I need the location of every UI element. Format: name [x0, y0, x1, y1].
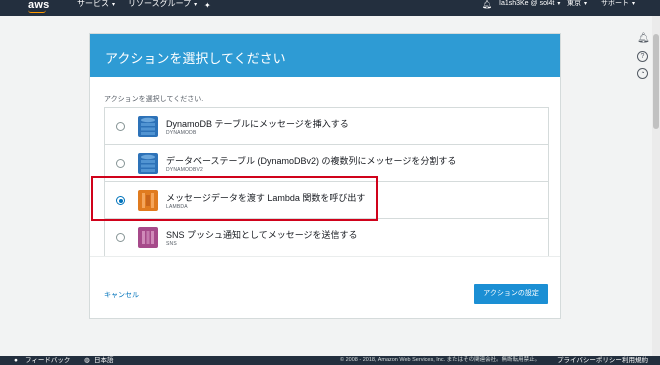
- radio-button[interactable]: [116, 122, 125, 131]
- option-title: データベーステーブル (DynamoDBv2) の複数列にメッセージを分割する: [166, 156, 457, 166]
- dynamodb-icon: [138, 153, 158, 174]
- action-option-lambda[interactable]: メッセージデータを渡す Lambda 関数を呼び出す LAMBDA: [105, 182, 548, 219]
- action-option-dynamodbv2[interactable]: データベーステーブル (DynamoDBv2) の複数列にメッセージを分割する …: [105, 145, 548, 182]
- action-prompt: アクションを選択してください.: [104, 96, 204, 103]
- feedback-icon[interactable]: ●: [14, 356, 18, 365]
- option-title: SNS プッシュ通知としてメッセージを送信する: [166, 230, 358, 240]
- option-title: DynamoDB テーブルにメッセージを挿入する: [166, 119, 349, 129]
- chevron-down-icon: ▾: [557, 1, 561, 7]
- radio-button-selected[interactable]: [116, 196, 125, 205]
- configure-action-button[interactable]: アクションの設定: [474, 284, 548, 304]
- globe-icon[interactable]: ◍: [84, 356, 90, 365]
- bell-icon[interactable]: 🔔︎: [637, 34, 650, 45]
- help-icon[interactable]: ?: [637, 51, 648, 62]
- support-label: サポート: [601, 0, 629, 7]
- card-title: アクションを選択してください: [90, 34, 560, 77]
- pin-icon[interactable]: ✦: [204, 1, 211, 10]
- option-subtitle: LAMBDA: [166, 204, 188, 210]
- cancel-link[interactable]: キャンセル: [104, 290, 139, 300]
- right-rail: 🔔︎ ? ◔: [632, 16, 652, 356]
- services-menu[interactable]: サービス ▾: [77, 0, 115, 16]
- radio-button[interactable]: [116, 233, 125, 242]
- aws-logo[interactable]: aws: [28, 0, 49, 13]
- dynamodb-icon: [138, 116, 158, 137]
- scrollbar-thumb[interactable]: [653, 34, 659, 129]
- region-menu[interactable]: 東京 ▾: [567, 0, 587, 16]
- chevron-down-icon: ▾: [584, 1, 588, 7]
- aws-smile-icon: [28, 10, 46, 13]
- copyright-text: © 2008 - 2018, Amazon Web Services, Inc.…: [340, 357, 541, 363]
- account-label: Ia1sh3Ke @ sol4t: [499, 0, 555, 7]
- radio-button[interactable]: [116, 159, 125, 168]
- sns-icon: [138, 227, 158, 248]
- action-option-list: DynamoDB テーブルにメッセージを挿入する DYNAMODB データベース…: [104, 107, 549, 257]
- lambda-icon: [138, 190, 158, 211]
- option-title: メッセージデータを渡す Lambda 関数を呼び出す: [166, 193, 366, 203]
- action-option-sns[interactable]: SNS プッシュ通知としてメッセージを送信する SNS: [105, 219, 548, 256]
- clock-icon[interactable]: ◔: [637, 68, 648, 79]
- option-subtitle: SNS: [166, 241, 177, 247]
- language-selector[interactable]: 日本語: [94, 356, 114, 365]
- terms-link[interactable]: 利用規約: [622, 356, 648, 365]
- option-subtitle: DYNAMODBV2: [166, 167, 204, 173]
- support-menu[interactable]: サポート ▾: [601, 0, 635, 16]
- footer-divider: [90, 256, 560, 257]
- select-action-card: アクションを選択してください アクションを選択してください. DynamoDB …: [89, 33, 561, 319]
- resource-groups-label: リソースグループ: [128, 0, 192, 8]
- resource-groups-menu[interactable]: リソースグループ ▾: [128, 0, 197, 16]
- privacy-link[interactable]: プライバシーポリシー: [557, 356, 622, 365]
- account-menu[interactable]: Ia1sh3Ke @ sol4t ▾: [499, 0, 560, 16]
- page-scrollbar[interactable]: [652, 16, 660, 356]
- chevron-down-icon: ▾: [194, 2, 198, 8]
- action-option-dynamodb[interactable]: DynamoDB テーブルにメッセージを挿入する DYNAMODB: [105, 108, 548, 145]
- chevron-down-icon: ▾: [632, 1, 636, 7]
- region-label: 東京: [567, 0, 581, 7]
- chevron-down-icon: ▾: [112, 2, 116, 8]
- top-nav-bar: aws サービス ▾ リソースグループ ▾ ✦ 🔔︎ Ia1sh3Ke @ sol4…: [0, 0, 660, 16]
- services-label: サービス: [77, 0, 109, 8]
- option-subtitle: DYNAMODB: [166, 130, 197, 136]
- page-footer: ● フィードバック ◍ 日本語 © 2008 - 2018, Amazon We…: [0, 356, 660, 365]
- feedback-link[interactable]: フィードバック: [25, 356, 70, 365]
- bell-icon[interactable]: 🔔︎: [482, 0, 492, 9]
